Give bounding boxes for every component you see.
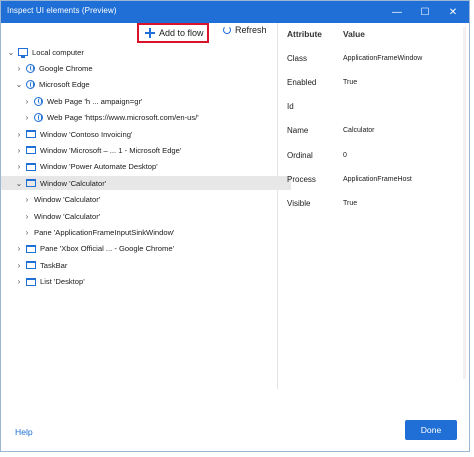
tree-item[interactable]: › Window 'Calculator' xyxy=(1,193,299,207)
property-value: ApplicationFrameHost xyxy=(343,176,412,183)
tree-item[interactable]: › Web Page 'https://www.microsoft.com/en-… xyxy=(1,111,299,125)
toolbar: Add to flow Refresh xyxy=(1,23,273,45)
chevron-right-icon[interactable]: › xyxy=(15,277,23,287)
tree-item[interactable]: › List 'Desktop' xyxy=(1,275,291,289)
minimize-button[interactable]: — xyxy=(383,1,411,23)
close-button[interactable]: ✕ xyxy=(439,1,467,23)
tree-item-label: TaskBar xyxy=(40,260,68,270)
tree-item[interactable]: › Pane 'Xbox Official ... - Google Chrome… xyxy=(1,242,291,256)
tree-item-label: Window 'Calculator' xyxy=(40,178,107,188)
tree-item[interactable]: › Web Page 'h ... ampaign=gr' xyxy=(1,94,299,108)
tree-item[interactable]: › Window 'Microsoft – ... 1 - Microsoft E… xyxy=(1,143,291,157)
chevron-right-icon[interactable]: › xyxy=(15,260,23,270)
tree-item-label: Window 'Contoso Invoicing' xyxy=(40,129,133,139)
tree-item[interactable]: ⌄ Local computer xyxy=(1,45,283,59)
tree-item-label: Web Page 'h ... ampaign=gr' xyxy=(47,96,143,106)
property-key: Enabled xyxy=(287,77,317,87)
window-icon xyxy=(26,130,36,138)
chevron-right-icon[interactable]: › xyxy=(15,63,23,73)
tree-item[interactable]: › Pane 'ApplicationFrameInputSinkWindow' xyxy=(1,225,299,239)
property-value: 0 xyxy=(343,151,347,159)
plus-icon xyxy=(145,28,155,38)
property-row[interactable]: Process ApplicationFrameHost xyxy=(283,173,463,187)
property-value: ApplicationFrameWindow xyxy=(343,54,423,62)
tree-item-label: Window 'Calculator' xyxy=(34,195,101,205)
chevron-right-icon[interactable]: › xyxy=(23,113,31,123)
tree-item-label: Window 'Calculator' xyxy=(34,211,101,221)
window-icon xyxy=(26,146,36,155)
chevron-right-icon[interactable]: › xyxy=(23,195,31,205)
tree-item[interactable]: › Google Chrome xyxy=(1,61,291,75)
tree-item[interactable]: › Window 'Contoso Invoicing' xyxy=(1,127,291,141)
help-link[interactable]: Help xyxy=(15,427,33,437)
chevron-right-icon[interactable]: › xyxy=(15,162,23,172)
refresh-icon xyxy=(223,26,231,34)
tree-item[interactable]: › Window 'Power Automate Desktop' xyxy=(1,160,291,174)
property-key: Ordinal xyxy=(287,150,313,160)
ui-element-tree: ⌄ Local computer › Google Chrome ⌄ Microsoft … xyxy=(1,45,291,385)
chevron-down-icon[interactable]: ⌄ xyxy=(15,80,23,90)
add-to-flow-label: Add to flow xyxy=(159,28,204,38)
property-row[interactable]: Ordinal 0 xyxy=(283,148,463,162)
property-value: Calculator xyxy=(343,127,375,135)
globe-icon xyxy=(26,80,35,90)
tree-item[interactable]: ⌄ Window 'Calculator' xyxy=(1,176,291,191)
done-button[interactable]: Done xyxy=(405,420,457,440)
value-header: Value xyxy=(343,29,365,39)
tree-item-label: Web Page 'https://www.microsoft.com/en-u… xyxy=(47,113,199,123)
property-key: Visible xyxy=(287,199,311,209)
globe-icon xyxy=(26,63,35,73)
property-key: Class xyxy=(287,53,308,63)
inspect-window: Inspect UI elements (Preview) — ☐ ✕ Add … xyxy=(0,0,470,452)
property-row[interactable]: Class ApplicationFrameWindow xyxy=(283,51,463,65)
property-row[interactable]: Name Calculator xyxy=(283,124,463,138)
property-value: True xyxy=(343,200,358,208)
chevron-down-icon[interactable]: ⌄ xyxy=(15,178,23,188)
chevron-right-icon[interactable]: › xyxy=(15,129,23,139)
monitor-icon xyxy=(18,48,28,58)
property-key: Id xyxy=(287,102,294,112)
tree-item-label: Pane 'ApplicationFrameInputSinkWindow' xyxy=(34,227,175,237)
tree-item-label: Google Chrome xyxy=(39,63,93,73)
tree-item[interactable]: › TaskBar xyxy=(1,258,291,272)
window-icon xyxy=(26,261,36,270)
property-key: Process xyxy=(287,175,316,184)
tree-item[interactable]: › Window 'Calculator' xyxy=(1,209,299,223)
maximize-button[interactable]: ☐ xyxy=(411,1,439,23)
tree-item-label: Window 'Power Automate Desktop' xyxy=(40,162,158,172)
tree-item-label: List 'Desktop' xyxy=(40,277,85,287)
properties-scrollbar[interactable] xyxy=(463,27,466,379)
property-row[interactable]: Visible True xyxy=(283,197,463,211)
chevron-right-icon[interactable]: › xyxy=(15,145,23,155)
add-to-flow-button[interactable]: Add to flow xyxy=(137,23,209,43)
property-row[interactable]: Id xyxy=(283,100,463,114)
property-key: Name xyxy=(287,126,309,136)
tree-item-label: Window 'Microsoft – ... 1 - Microsoft Ed… xyxy=(40,145,182,155)
window-icon xyxy=(26,277,36,286)
chevron-right-icon[interactable]: › xyxy=(23,227,31,237)
refresh-label: Refresh xyxy=(235,25,267,35)
property-value: True xyxy=(343,78,358,86)
attribute-header: Attribute xyxy=(287,29,322,39)
window-icon xyxy=(26,244,36,253)
globe-icon xyxy=(34,96,43,106)
chevron-right-icon[interactable]: › xyxy=(15,244,23,254)
chevron-right-icon[interactable]: › xyxy=(23,211,31,221)
property-row[interactable]: Enabled True xyxy=(283,75,463,89)
chevron-right-icon[interactable]: › xyxy=(23,96,31,106)
refresh-button[interactable]: Refresh xyxy=(223,25,267,35)
tree-item-label: Local computer xyxy=(32,47,84,57)
globe-icon xyxy=(34,113,43,123)
tree-item[interactable]: ⌄ Microsoft Edge xyxy=(1,78,291,92)
window-title: Inspect UI elements (Preview) xyxy=(7,6,117,15)
window-icon xyxy=(26,179,36,188)
chevron-down-icon[interactable]: ⌄ xyxy=(7,47,15,57)
window-icon xyxy=(26,162,36,171)
title-bar: Inspect UI elements (Preview) — ☐ ✕ xyxy=(1,1,469,23)
footer: Help Done xyxy=(1,389,469,451)
tree-item-label: Pane 'Xbox Official ... - Google Chrome' xyxy=(40,244,175,254)
tree-item-label: Microsoft Edge xyxy=(39,80,90,90)
